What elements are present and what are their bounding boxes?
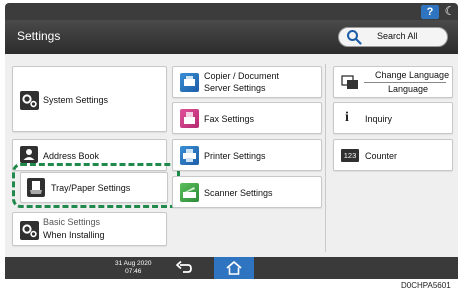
fax-settings-tile[interactable]: Fax Settings xyxy=(172,102,322,134)
info-icon: i xyxy=(345,110,349,125)
printer-settings-tile[interactable]: Printer Settings xyxy=(172,139,322,171)
system-settings-tile[interactable]: System Settings xyxy=(12,66,167,132)
inquiry-label: Inquiry xyxy=(365,114,393,124)
system-settings-label: System Settings xyxy=(43,95,109,105)
basic-settings-gears-icon xyxy=(20,221,39,240)
date-text: 31 Aug 2020 xyxy=(115,260,152,267)
counter-icon: 123 xyxy=(341,149,359,162)
top-status-bar: ? ☾ xyxy=(5,3,458,20)
address-book-icon xyxy=(20,146,38,163)
search-icon xyxy=(347,30,362,45)
language-icon xyxy=(341,75,358,89)
scanner-settings-tile[interactable]: Scanner Settings xyxy=(172,176,322,208)
home-icon xyxy=(226,261,242,275)
fax-settings-label: Fax Settings xyxy=(204,114,255,124)
back-arrow-icon[interactable] xyxy=(175,260,193,276)
search-all-button[interactable]: Search All xyxy=(338,27,448,47)
document-id: D0CHPA5601 xyxy=(401,281,451,290)
inquiry-tile[interactable]: i Inquiry xyxy=(333,102,453,134)
address-book-label: Address Book xyxy=(43,151,100,161)
change-language-label: Change Language xyxy=(375,70,450,80)
copier-document-label-line2: Server Settings xyxy=(204,83,266,93)
copier-icon xyxy=(180,73,199,92)
column-divider xyxy=(325,64,326,252)
gears-icon xyxy=(20,91,39,110)
home-button[interactable] xyxy=(214,257,254,279)
language-label: Language xyxy=(388,84,429,94)
tray-paper-highlight xyxy=(12,163,180,208)
scanner-settings-label: Scanner Settings xyxy=(204,188,273,198)
language-subline xyxy=(364,82,446,83)
fax-icon xyxy=(180,109,199,128)
date-time: 31 Aug 2020 07:46 xyxy=(115,260,152,276)
help-button[interactable]: ? xyxy=(421,5,439,19)
basic-settings-label-line2: When Installing xyxy=(43,230,105,240)
change-language-tile[interactable]: Change Language Language xyxy=(333,66,453,98)
basic-settings-tile[interactable]: Basic Settings When Installing xyxy=(12,212,167,246)
copier-document-server-settings-tile[interactable]: Copier / Document Server Settings xyxy=(172,66,322,98)
copier-document-label-line1: Copier / Document xyxy=(204,71,280,81)
time-text: 07:46 xyxy=(125,268,142,275)
printer-icon xyxy=(180,146,199,165)
basic-settings-label-line1: Basic Settings xyxy=(43,217,101,227)
bottom-bar: 31 Aug 2020 07:46 xyxy=(5,257,458,279)
printer-settings-label: Printer Settings xyxy=(204,151,266,161)
counter-tile[interactable]: 123 Counter xyxy=(333,139,453,171)
moon-icon[interactable]: ☾ xyxy=(443,4,457,18)
counter-label: Counter xyxy=(365,151,398,161)
page-title: Settings xyxy=(17,29,61,43)
scanner-icon xyxy=(180,183,199,202)
settings-header: Settings Search All xyxy=(5,20,458,54)
search-all-label: Search All xyxy=(377,31,418,41)
